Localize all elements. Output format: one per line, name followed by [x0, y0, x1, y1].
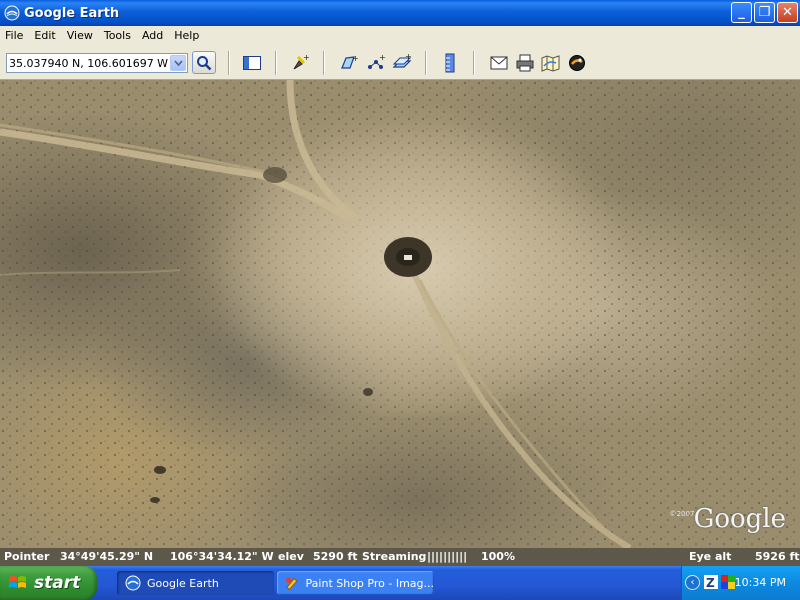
toolbar-separator: [228, 51, 230, 75]
ruler-icon: [445, 53, 455, 73]
task-paint-shop-pro[interactable]: Paint Shop Pro - Imag...: [277, 571, 434, 595]
task-google-earth[interactable]: Google Earth: [117, 571, 274, 595]
menu-help[interactable]: Help: [169, 29, 205, 42]
sidebar-toggle-icon: [243, 56, 261, 70]
maximize-button[interactable]: ❐: [754, 2, 775, 23]
sky-switch-icon: [569, 55, 585, 71]
task-label: Paint Shop Pro - Imag...: [305, 576, 434, 590]
google-earth-icon: [125, 575, 141, 591]
add-path-button[interactable]: +: [365, 52, 387, 74]
pointer-longitude: 106°34'34.12" W: [170, 550, 274, 563]
add-path-icon: +: [368, 53, 386, 69]
google-watermark: ©2007 Google: [670, 504, 786, 534]
coordinate-input[interactable]: [9, 56, 169, 71]
taskbar: start Google Earth Paint Shop Pro - Imag…: [0, 566, 800, 600]
menu-view[interactable]: View: [62, 29, 99, 42]
eye-alt-value: 5926 ft: [755, 550, 800, 563]
elevation-value: 5290 ft: [313, 550, 358, 563]
task-label: Google Earth: [147, 576, 219, 590]
svg-text:+: +: [352, 54, 359, 63]
search-icon: [197, 55, 212, 70]
svg-text:+: +: [303, 53, 310, 62]
google-earth-app-icon[interactable]: [4, 5, 20, 21]
minimize-button[interactable]: _: [731, 2, 752, 23]
color-flag-icon[interactable]: [721, 575, 735, 589]
email-button[interactable]: [488, 52, 510, 74]
svg-text:+: +: [405, 53, 412, 61]
add-image-overlay-button[interactable]: +: [391, 52, 413, 74]
menu-file[interactable]: File: [0, 29, 29, 42]
menu-tools[interactable]: Tools: [99, 29, 137, 42]
menu-bar: File Edit View Tools Add Help: [0, 26, 800, 45]
menu-add[interactable]: Add: [137, 29, 169, 42]
google-maps-button[interactable]: [540, 52, 562, 74]
toolbar: + + + +: [0, 45, 800, 80]
search-button[interactable]: [192, 51, 216, 74]
title-bar: Google Earth _ ❐ ✕: [0, 0, 800, 26]
menu-edit[interactable]: Edit: [29, 29, 61, 42]
paint-shop-pro-icon: [285, 577, 298, 590]
svg-text:Z: Z: [706, 576, 715, 589]
print-icon: [516, 54, 534, 72]
fly-to-combo[interactable]: [6, 53, 188, 73]
toolbar-separator: [473, 51, 475, 75]
sky-switch-button[interactable]: [566, 52, 588, 74]
status-bar: Pointer 34°49'45.29" N 106°34'34.12" W e…: [0, 548, 800, 566]
start-button[interactable]: start: [0, 566, 97, 600]
start-label: start: [34, 573, 81, 593]
copyright-text: ©2007: [669, 510, 695, 518]
add-polygon-button[interactable]: +: [338, 52, 360, 74]
streaming-progress-bar: ||||||||||: [427, 550, 468, 563]
elev-label: elev: [278, 550, 304, 563]
zonealarm-icon[interactable]: Z: [704, 575, 718, 589]
window-controls: _ ❐ ✕: [731, 2, 798, 23]
add-image-overlay-icon: +: [392, 53, 412, 68]
map-view[interactable]: ©2007 Google: [0, 80, 800, 548]
pointer-label: Pointer: [4, 550, 50, 563]
sidebar-toggle-button[interactable]: [241, 52, 263, 74]
chevron-down-icon[interactable]: [170, 55, 186, 71]
toolbar-separator: [425, 51, 427, 75]
add-polygon-icon: +: [341, 54, 359, 69]
streaming-percent: 100%: [481, 550, 515, 563]
google-maps-icon: [541, 55, 560, 72]
google-logo: Google: [693, 504, 786, 534]
svg-text:+: +: [379, 53, 386, 62]
email-icon: [490, 56, 508, 70]
close-button[interactable]: ✕: [777, 2, 798, 23]
window-title: Google Earth: [24, 5, 120, 21]
toolbar-separator: [323, 51, 325, 75]
pointer-latitude: 34°49'45.29" N: [60, 550, 154, 563]
chevron-left-icon[interactable]: ‹: [685, 575, 700, 590]
clock: 10:34 PM: [734, 576, 786, 589]
ruler-button[interactable]: [439, 52, 461, 74]
windows-logo-icon: [9, 576, 26, 588]
add-placemark-icon: +: [293, 53, 310, 70]
system-tray: ‹ Z 10:34 PM: [681, 566, 800, 600]
toolbar-separator: [275, 51, 277, 75]
streaming-label: Streaming: [362, 550, 427, 563]
satellite-imagery: [0, 80, 800, 548]
print-button[interactable]: [514, 52, 536, 74]
add-placemark-button[interactable]: +: [289, 52, 311, 74]
eye-alt-label: Eye alt: [689, 550, 732, 563]
